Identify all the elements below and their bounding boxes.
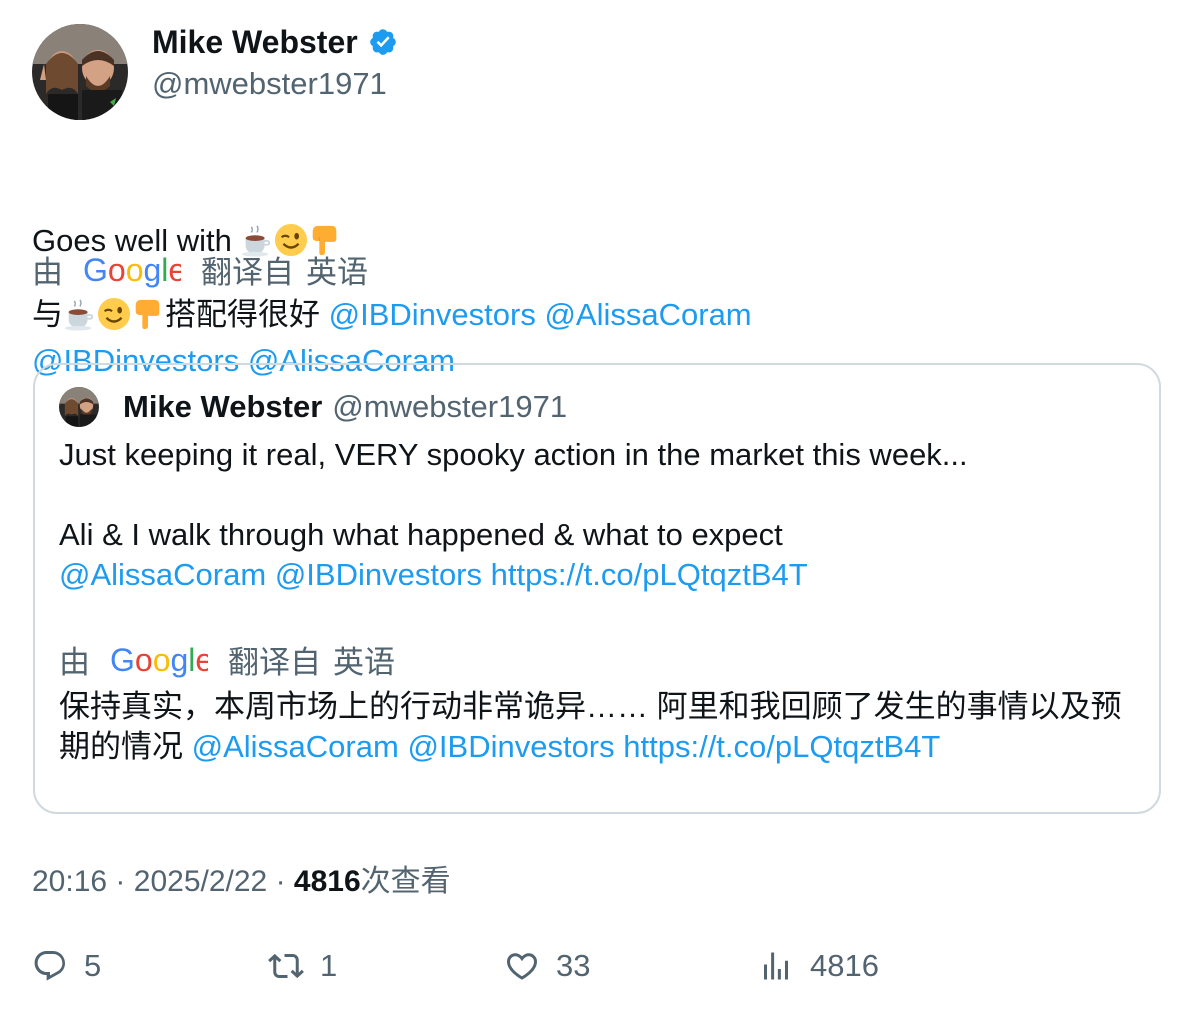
tweet-meta: 20:16 · 2025/2/22 · 4816次查看	[32, 862, 451, 902]
quote-author-name[interactable]: Mike Webster	[123, 389, 322, 425]
translated-text: 与 搭配得很好 @IBDinvestors @AlissaCoram	[32, 295, 752, 335]
translation-from-label: 翻译自	[201, 255, 294, 290]
google-logo-icon: Google	[83, 252, 186, 288]
quote-avatar[interactable]	[59, 387, 99, 427]
tweet-time[interactable]: 20:16	[32, 865, 107, 898]
quote-translation-bar[interactable]: 由 Google 翻译自 英语	[59, 637, 395, 682]
views-button[interactable]: 4816	[758, 948, 879, 984]
quoted-tweet-card[interactable]: Mike Webster @mwebster1971 Just keeping …	[33, 363, 1161, 814]
reply-button[interactable]: 5	[32, 948, 101, 984]
quote-translated-text: 保持真实，本周市场上的行动非常诡异…… 阿里和我回顾了发生的事情以及预期的情况 …	[59, 687, 1139, 767]
translation-by-label: 由	[32, 255, 63, 290]
url-link[interactable]: https://t.co/pLQtqztB4T	[623, 729, 940, 764]
like-count: 33	[556, 948, 591, 983]
quote-line-2: Ali & I walk through what happened & wha…	[59, 517, 783, 552]
repost-count: 1	[320, 948, 338, 983]
translation-language: 英语	[306, 255, 368, 290]
verified-badge-icon	[368, 27, 398, 57]
quote-header: Mike Webster @mwebster1971	[59, 387, 567, 427]
author-name[interactable]: Mike Webster	[152, 24, 398, 60]
reply-icon	[34, 951, 65, 981]
quote-spacer	[59, 475, 1139, 515]
translated-prefix: 与	[32, 297, 63, 332]
views-count: 4816	[293, 865, 361, 898]
quote-links-line: @AlissaCoram @IBDinvestors https://t.co/…	[59, 555, 1139, 595]
mention-link[interactable]: @AlissaCoram	[544, 297, 751, 332]
mention-link[interactable]: @IBDinvestors	[329, 297, 536, 332]
views-label: 次查看	[360, 865, 451, 898]
quote-author-handle[interactable]: @mwebster1971	[332, 389, 567, 425]
svg-text:Google: Google	[110, 642, 208, 678]
tweet-header: Mike Webster @mwebster1971	[32, 24, 398, 120]
repost-button[interactable]: 1	[268, 948, 337, 984]
translation-bar[interactable]: 由 Google 翻译自 英语	[32, 247, 368, 292]
quote-body: Just keeping it real, VERY spooky action…	[59, 435, 1139, 595]
translated-suffix: 搭配得很好	[165, 297, 320, 332]
repost-icon	[268, 953, 304, 979]
action-bar: 5 1 33 4816	[32, 948, 1132, 992]
analytics-icon	[764, 952, 788, 980]
quote-line-1: Just keeping it real, VERY spooky action…	[59, 437, 968, 472]
translation-from-label: 翻译自	[228, 645, 321, 680]
mention-link[interactable]: @AlissaCoram	[192, 729, 399, 764]
meta-separator: ·	[115, 865, 126, 898]
mention-link[interactable]: @AlissaCoram	[59, 557, 266, 592]
author-handle[interactable]: @mwebster1971	[152, 64, 398, 104]
like-button[interactable]: 33	[504, 948, 590, 984]
reply-count: 5	[84, 948, 102, 983]
heart-icon	[506, 953, 538, 980]
coffee-emoji-icon	[63, 297, 97, 332]
views-action-count: 4816	[810, 948, 879, 983]
meta-separator: ·	[275, 865, 286, 898]
avatar[interactable]	[32, 24, 128, 120]
google-logo-icon: Google	[110, 642, 213, 678]
wink-emoji-icon	[97, 297, 131, 332]
user-block: Mike Webster @mwebster1971	[152, 24, 398, 104]
svg-text:Google: Google	[83, 252, 181, 288]
translation-by-label: 由	[59, 645, 90, 680]
mention-link[interactable]: @IBDinvestors	[407, 729, 614, 764]
tweet-page: Mike Webster @mwebster1971 Goes well wit…	[0, 0, 1196, 1016]
translation-language: 英语	[333, 645, 395, 680]
tweet-date[interactable]: 2025/2/22	[134, 865, 267, 898]
pointing-down-emoji-icon	[131, 297, 165, 332]
url-link[interactable]: https://t.co/pLQtqztB4T	[491, 557, 808, 592]
author-name-text[interactable]: Mike Webster	[152, 24, 358, 60]
mention-link[interactable]: @IBDinvestors	[275, 557, 482, 592]
